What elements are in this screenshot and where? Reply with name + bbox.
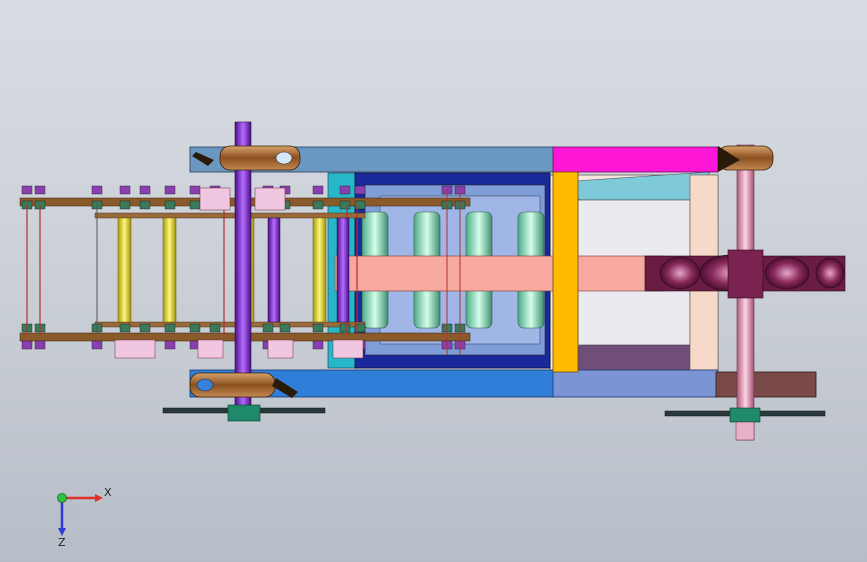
salmon-beam — [334, 255, 666, 292]
chain-bolt — [139, 200, 151, 210]
chain-bolt — [119, 323, 131, 333]
cad-viewport[interactable]: X Z — [0, 0, 867, 562]
x-axis-label: X — [104, 486, 112, 499]
chain-bolt — [164, 200, 176, 210]
chain-bolt — [209, 323, 221, 333]
chain-bolt — [312, 185, 324, 195]
violet-shafts — [267, 217, 350, 323]
chain-bolt — [139, 323, 151, 333]
chain-bolt — [354, 185, 366, 195]
bronze-clamp-top-right — [717, 145, 774, 172]
chain-bolt — [312, 323, 324, 333]
chain-bolt — [312, 340, 324, 350]
yellow-shafts — [117, 217, 327, 323]
chain-bolt — [34, 185, 46, 195]
chain-bolt — [21, 185, 33, 195]
chain-bolt — [164, 185, 176, 195]
chain-bolt — [164, 340, 176, 350]
frame-bottom-bar-right — [552, 369, 719, 398]
chain-bolt — [312, 200, 324, 210]
pink-shaft-hub — [727, 249, 764, 299]
chain-bolt — [34, 340, 46, 350]
chain-bolt — [119, 185, 131, 195]
chain-bolt — [339, 323, 351, 333]
sprocket-bottom-left — [162, 404, 326, 422]
end-plate — [552, 171, 579, 373]
axis-triad: X Z — [57, 486, 112, 549]
chain-bolt — [339, 185, 351, 195]
dark-red-block — [715, 371, 817, 398]
chain-bolt — [91, 340, 103, 350]
z-axis-label: Z — [58, 536, 66, 549]
chain-bolt — [139, 185, 151, 195]
sprocket-bottom-right — [664, 407, 826, 441]
y-axis-icon — [57, 493, 67, 503]
chain-bolt — [164, 323, 176, 333]
cad-assembly-drawing — [19, 121, 846, 441]
chain-bolt — [189, 185, 201, 195]
magenta-block — [552, 146, 719, 173]
chain-bolt — [189, 323, 201, 333]
chain-bolt — [189, 200, 201, 210]
chain-bolt — [119, 200, 131, 210]
chain-bolt — [262, 323, 274, 333]
chain-bolt — [339, 200, 351, 210]
chain-bolt — [21, 340, 33, 350]
chain-bolt — [279, 323, 291, 333]
chain-bolt — [91, 185, 103, 195]
